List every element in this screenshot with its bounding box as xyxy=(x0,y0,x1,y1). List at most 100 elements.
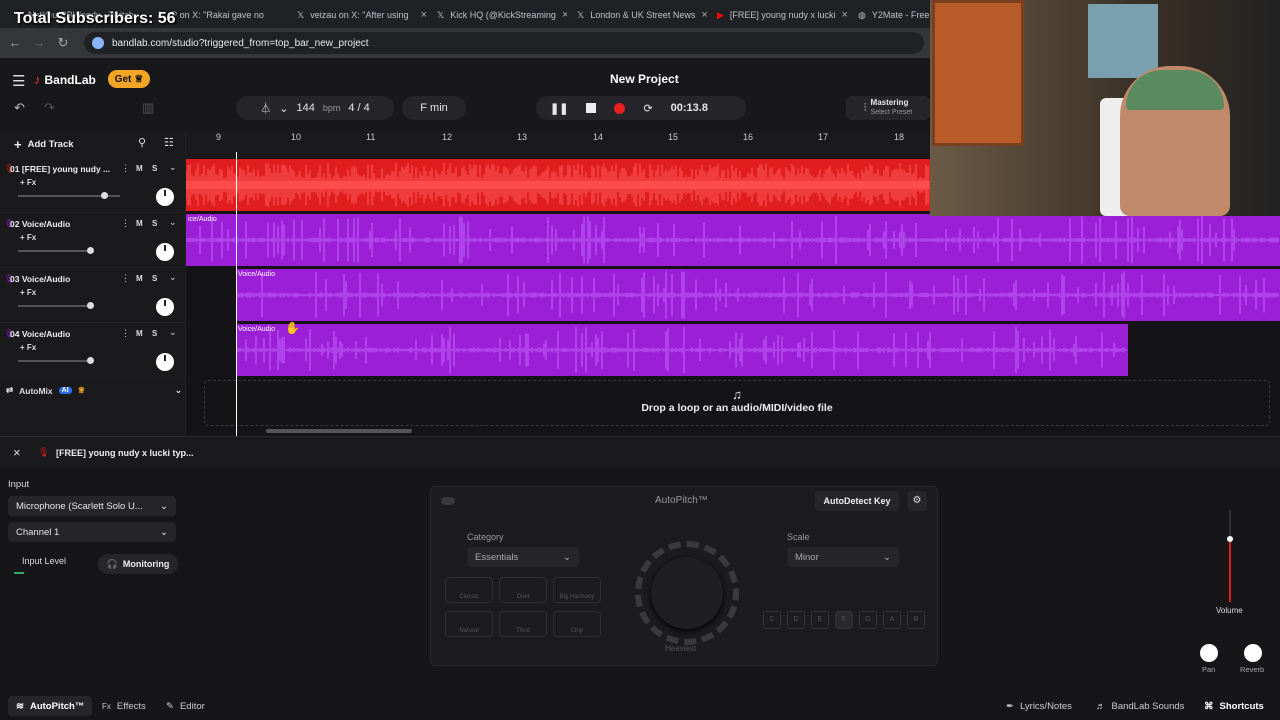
browser-tab[interactable]: 𝕏 Kick HQ (@KickStreaming × xyxy=(437,4,567,26)
key-selector[interactable]: F min xyxy=(402,96,466,120)
browser-tab[interactable]: ▶ [FREE] young nudy x lucki × xyxy=(717,4,847,26)
preset-big-harmony[interactable]: Big Harmony xyxy=(553,577,601,603)
site-info-icon[interactable] xyxy=(92,37,104,49)
slider-handle[interactable] xyxy=(87,247,94,254)
bandlab-sounds-button[interactable]: ♬ BandLab Sounds xyxy=(1096,696,1184,716)
filter-icon[interactable]: ☷ xyxy=(164,136,174,149)
solo-button[interactable]: S xyxy=(152,219,157,228)
preset-third[interactable]: Third xyxy=(499,611,547,637)
pan-knob[interactable] xyxy=(156,353,174,371)
add-track-button[interactable]: + Add Track xyxy=(14,137,74,152)
back-icon[interactable]: ← xyxy=(6,34,24,52)
audio-clip[interactable] xyxy=(185,159,930,211)
pan-knob[interactable] xyxy=(156,298,174,316)
solo-button[interactable]: S xyxy=(152,274,157,283)
browser-tab[interactable]: 𝕏veizau on X: "After using × xyxy=(297,4,427,26)
preset-duet[interactable]: Duet xyxy=(499,577,547,603)
browser-tab[interactable]: 𝕏 London & UK Street News × xyxy=(577,4,707,26)
key-d[interactable]: D xyxy=(787,611,805,629)
more-icon[interactable]: ⋮ xyxy=(121,163,130,174)
bandlab-logo[interactable]: ♪ BandLab xyxy=(34,72,96,87)
close-icon[interactable]: × xyxy=(841,9,847,21)
solo-button[interactable]: S xyxy=(152,164,157,173)
track-name[interactable]: 04 Voice/Audio xyxy=(10,329,70,339)
browser-tab[interactable]: ◍Y2Mate - Free Y xyxy=(858,4,930,26)
time-signature[interactable]: 4 / 4 xyxy=(348,102,369,114)
track-header-1[interactable]: 🎙 01 [FREE] young nudy ... ⋮ M S ⌄ + Fx xyxy=(0,159,186,213)
horizontal-scrollbar[interactable] xyxy=(266,429,412,433)
track-volume-slider[interactable] xyxy=(18,305,92,307)
chevron-down-icon[interactable]: ⌄ xyxy=(169,217,177,228)
automix-row[interactable]: ⇄ AutoMix AI ♕ ⌄ xyxy=(6,385,182,396)
key-b[interactable]: B xyxy=(907,611,925,629)
solo-button[interactable]: S xyxy=(152,329,157,338)
chevron-down-icon[interactable]: ⌄ xyxy=(175,385,182,396)
preset-natural[interactable]: Natural xyxy=(445,611,493,637)
settings-icon[interactable]: ⚙ xyxy=(907,491,927,511)
key-a[interactable]: A xyxy=(883,611,901,629)
add-fx-button[interactable]: + Fx xyxy=(20,178,36,187)
pause-icon[interactable]: ❚❚ xyxy=(550,102,568,115)
slider-handle[interactable] xyxy=(87,302,94,309)
mute-button[interactable]: M xyxy=(136,274,143,283)
track-header-3[interactable]: 🎙 03 Voice/Audio ⋮ M S ⌄ + Fx xyxy=(0,269,186,323)
mute-button[interactable]: M xyxy=(136,219,143,228)
pan-knob[interactable] xyxy=(1200,644,1218,662)
project-title[interactable]: New Project xyxy=(610,72,679,86)
more-icon[interactable]: ⋮ xyxy=(121,218,130,229)
close-icon[interactable]: × xyxy=(13,445,21,460)
key-g[interactable]: G xyxy=(859,611,877,629)
lyrics-notes-button[interactable]: ✒ Lyrics/Notes xyxy=(1006,696,1072,716)
autopitch-tab[interactable]: ≋ AutoPitch™ xyxy=(8,696,93,716)
metronome-icon[interactable]: ⏃ xyxy=(260,100,271,116)
editor-tab[interactable]: ✎ Editor xyxy=(166,696,205,716)
monitoring-button[interactable]: 🎧 Monitoring xyxy=(98,554,178,574)
category-select[interactable]: Essentials ⌄ xyxy=(467,547,579,567)
track-name[interactable]: 02 Voice/Audio xyxy=(10,219,70,229)
track-name[interactable]: 01 [FREE] young nudy ... xyxy=(10,164,110,174)
chevron-down-icon[interactable]: ⌄ xyxy=(169,327,177,338)
mute-button[interactable]: M xyxy=(136,164,143,173)
autodetect-key-button[interactable]: AutoDetect Key xyxy=(815,491,899,511)
close-icon[interactable]: × xyxy=(421,9,427,21)
stop-icon[interactable] xyxy=(586,103,597,113)
keyboard-icon[interactable]: ▥ xyxy=(142,100,154,116)
add-fx-button[interactable]: + Fx xyxy=(20,343,36,352)
undo-icon[interactable]: ↶ xyxy=(14,100,25,116)
playhead[interactable] xyxy=(236,152,237,436)
track-volume-slider[interactable] xyxy=(18,360,92,362)
slider-handle[interactable] xyxy=(101,192,108,199)
track-name[interactable]: 03 Voice/Audio xyxy=(10,274,70,284)
close-icon[interactable]: × xyxy=(701,9,707,21)
redo-icon[interactable]: ↷ xyxy=(44,100,55,116)
mute-button[interactable]: M xyxy=(136,329,143,338)
drop-zone[interactable]: ♫ Drop a loop or an audio/MIDI/video fil… xyxy=(204,380,1270,426)
key-f[interactable]: F xyxy=(835,611,853,629)
scale-select[interactable]: Minor ⌄ xyxy=(787,547,899,567)
reload-icon[interactable]: ↻ xyxy=(54,34,72,52)
close-icon[interactable]: × xyxy=(562,9,567,21)
chevron-down-icon[interactable]: ⌄ xyxy=(279,102,288,115)
pan-knob[interactable] xyxy=(156,188,174,206)
shortcuts-button[interactable]: ⌘ Shortcuts xyxy=(1204,696,1264,716)
record-icon[interactable] xyxy=(614,102,626,114)
add-fx-button[interactable]: + Fx xyxy=(20,233,36,242)
preset-chip[interactable]: Chip xyxy=(553,611,601,637)
loop-icon[interactable]: ⟳ xyxy=(643,102,652,115)
reverb-knob[interactable] xyxy=(1244,644,1262,662)
heaviness-dial[interactable] xyxy=(635,541,739,645)
browser-tab[interactable]: 𝕏P on X: "Rakai gave no xyxy=(158,4,288,26)
key-e[interactable]: E xyxy=(811,611,829,629)
preset-classic[interactable]: Classic xyxy=(445,577,493,603)
chevron-down-icon[interactable]: ⌄ xyxy=(169,162,177,173)
more-icon[interactable]: ⋮ xyxy=(121,273,130,284)
url-field[interactable]: bandlab.com/studio?triggered_from=top_ba… xyxy=(84,32,924,54)
volume-control[interactable] xyxy=(1212,510,1252,606)
track-volume-slider[interactable] xyxy=(18,250,92,252)
wand-icon[interactable]: ⚲ xyxy=(138,136,146,149)
menu-icon[interactable]: ☰ xyxy=(12,72,25,90)
track-header-4[interactable]: 🎙 04 Voice/Audio ⋮ M S ⌄ + Fx xyxy=(0,324,186,378)
more-icon[interactable]: ⋮ xyxy=(121,328,130,339)
effects-tab[interactable]: Fx Effects xyxy=(102,696,146,716)
audio-clip[interactable]: Voice/Audio xyxy=(235,269,1280,321)
